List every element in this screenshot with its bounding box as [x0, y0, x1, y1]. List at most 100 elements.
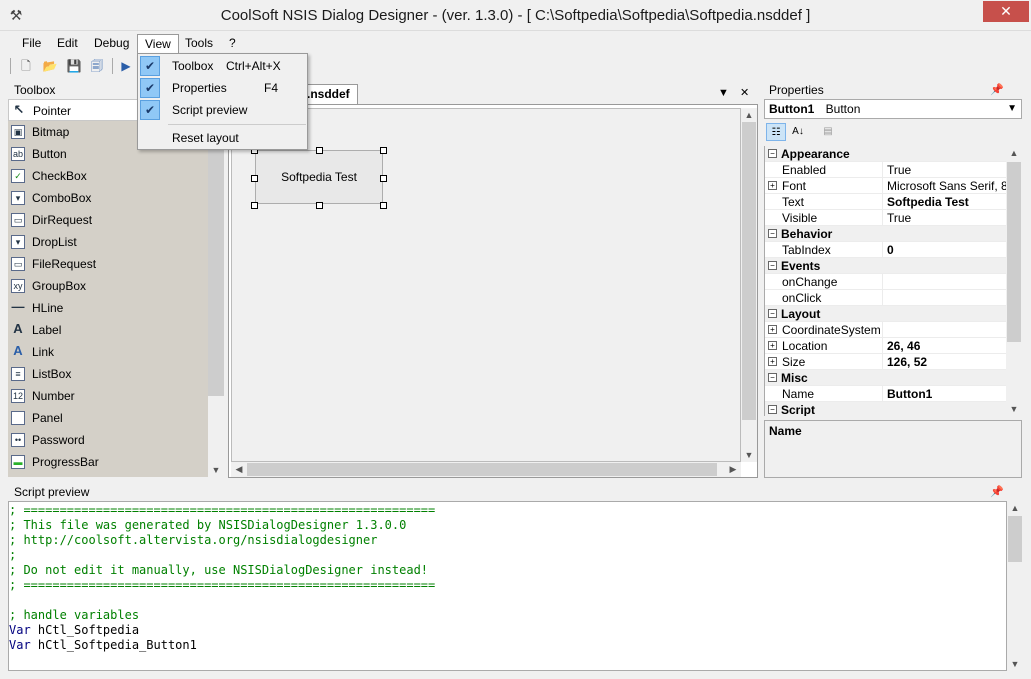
toolbox-item-dirrequest[interactable]: ▭ DirRequest	[8, 209, 208, 231]
property-category[interactable]: − Layout	[765, 306, 1006, 322]
toolbox-item-droplist[interactable]: ▾ DropList	[8, 231, 208, 253]
resize-handle[interactable]	[316, 147, 323, 154]
property-pages-icon[interactable]: ▤	[818, 123, 838, 141]
resize-handle[interactable]	[380, 147, 387, 154]
properties-scroll-thumb[interactable]	[1007, 162, 1021, 342]
object-selector[interactable]: Button1 Button ▼	[764, 99, 1022, 119]
property-row[interactable]: + FontMicrosoft Sans Serif, 8.25	[765, 178, 1006, 194]
script-editor[interactable]: ; ======================================…	[8, 501, 1007, 671]
menu-file[interactable]: File	[15, 34, 48, 53]
code-line: ; Do not edit it manually, use NSISDialo…	[9, 563, 1006, 578]
property-category[interactable]: − Script	[765, 402, 1006, 416]
resize-handle[interactable]	[251, 175, 258, 182]
property-category[interactable]: − Events	[765, 258, 1006, 274]
expand-icon[interactable]: +	[768, 341, 777, 350]
new-file-icon[interactable]: 🗋	[17, 57, 35, 75]
expand-icon[interactable]: +	[768, 181, 777, 190]
property-value[interactable]: True	[887, 162, 1006, 178]
design-button-softpedia-test[interactable]: Softpedia Test	[255, 150, 383, 204]
collapse-icon[interactable]: −	[768, 405, 777, 414]
designer-vscroll-thumb[interactable]	[742, 122, 756, 420]
toolbox-item-number[interactable]: 12 Number	[8, 385, 208, 407]
pin-icon[interactable]: 📌	[990, 486, 1004, 498]
scroll-down-icon[interactable]: ▼	[208, 463, 224, 477]
designer-hscroll-thumb[interactable]	[247, 463, 717, 476]
scroll-down-icon[interactable]: ▼	[1006, 402, 1022, 416]
categorized-icon[interactable]: ☷	[766, 123, 786, 141]
resize-handle[interactable]	[251, 202, 258, 209]
toolbox-item-password[interactable]: •• Password	[8, 429, 208, 451]
property-row[interactable]: Enabled True	[765, 162, 1006, 178]
menu-item-toolbox[interactable]: ✔ Toolbox Ctrl+Alt+X	[140, 55, 306, 77]
scroll-down-icon[interactable]: ▼	[1007, 657, 1023, 671]
property-value[interactable]: 26, 46	[887, 338, 1006, 354]
collapse-icon[interactable]: −	[768, 149, 777, 158]
scroll-right-icon[interactable]: ▶	[725, 462, 741, 476]
toolbox-item-combobox[interactable]: ▾ ComboBox	[8, 187, 208, 209]
property-value[interactable]: 0	[887, 242, 1006, 258]
menu-item-properties[interactable]: ✔ Properties F4	[140, 77, 306, 99]
run-icon[interactable]: ▶	[117, 57, 135, 75]
property-category[interactable]: − Appearance	[765, 146, 1006, 162]
expand-icon[interactable]: +	[768, 325, 777, 334]
scroll-down-icon[interactable]: ▼	[741, 448, 757, 462]
property-value[interactable]: 126, 52	[887, 354, 1006, 370]
tab-dropdown-icon[interactable]: ▼	[718, 87, 729, 99]
menu-debug[interactable]: Debug	[87, 34, 136, 53]
property-category[interactable]: − Misc	[765, 370, 1006, 386]
menu-item-reset-layout[interactable]: Reset layout	[140, 127, 306, 149]
toolbox-scroll-thumb[interactable]	[208, 113, 224, 396]
scroll-up-icon[interactable]: ▲	[741, 108, 757, 122]
menu-edit[interactable]: Edit	[50, 34, 85, 53]
collapse-icon[interactable]: −	[768, 261, 777, 270]
menu-tools[interactable]: Tools	[178, 34, 220, 53]
property-row[interactable]: + Location 26, 46	[765, 338, 1006, 354]
property-value[interactable]: Microsoft Sans Serif, 8.25	[887, 178, 1006, 194]
property-value[interactable]: Softpedia Test	[887, 194, 1006, 210]
link-icon: A	[13, 343, 23, 358]
collapse-icon[interactable]: −	[768, 229, 777, 238]
save-all-icon[interactable]: 🗐	[88, 57, 106, 75]
scroll-up-icon[interactable]: ▲	[1007, 501, 1023, 515]
toolbox-item-progressbar[interactable]: ▬ ProgressBar	[8, 451, 208, 473]
property-row[interactable]: onClick	[765, 290, 1006, 306]
menu-item-script-preview[interactable]: ✔ Script preview	[140, 99, 306, 121]
expand-icon[interactable]: +	[768, 357, 777, 366]
toolbox-item-label[interactable]: A Label	[8, 319, 208, 341]
scroll-up-icon[interactable]: ▲	[1006, 146, 1022, 160]
toolbox-item-filerequest[interactable]: ▭ FileRequest	[8, 253, 208, 275]
property-row[interactable]: Text Softpedia Test	[765, 194, 1006, 210]
menu-view[interactable]: View	[137, 34, 179, 53]
toolbox-item-panel[interactable]: Panel	[8, 407, 208, 429]
property-row[interactable]: + CoordinateSystem	[765, 322, 1006, 338]
toolbox-item-hline[interactable]: — HLine	[8, 297, 208, 319]
toolbox-item-checkbox[interactable]: ✓ CheckBox	[8, 165, 208, 187]
scroll-left-icon[interactable]: ◀	[231, 462, 247, 476]
property-row[interactable]: TabIndex 0	[765, 242, 1006, 258]
open-folder-icon[interactable]: 📂	[41, 57, 59, 75]
toolbox-item-link[interactable]: A Link	[8, 341, 208, 363]
collapse-icon[interactable]: −	[768, 373, 777, 382]
property-row[interactable]: onChange	[765, 274, 1006, 290]
close-button[interactable]: ✕	[983, 1, 1029, 22]
code-line: ;	[9, 548, 1006, 563]
toolbox-item-groupbox[interactable]: xy GroupBox	[8, 275, 208, 297]
chevron-down-icon[interactable]: ▼	[1007, 100, 1017, 118]
resize-handle[interactable]	[380, 175, 387, 182]
tab-close-icon[interactable]: ✕	[740, 87, 749, 99]
toolbox-item-listbox[interactable]: ≡ ListBox	[8, 363, 208, 385]
property-row[interactable]: Name Button1	[765, 386, 1006, 402]
property-category[interactable]: − Behavior	[765, 226, 1006, 242]
property-row[interactable]: Visible True	[765, 210, 1006, 226]
collapse-icon[interactable]: −	[768, 309, 777, 318]
save-icon[interactable]: 💾	[65, 57, 83, 75]
resize-handle[interactable]	[316, 202, 323, 209]
property-value[interactable]: True	[887, 210, 1006, 226]
property-value[interactable]: Button1	[887, 386, 1006, 402]
resize-handle[interactable]	[380, 202, 387, 209]
script-scroll-thumb[interactable]	[1008, 516, 1022, 562]
pin-icon[interactable]: 📌	[990, 84, 1004, 96]
alphabetical-icon[interactable]: A↓	[788, 123, 808, 141]
menu-help[interactable]: ?	[222, 34, 243, 53]
property-row[interactable]: + Size 126, 52	[765, 354, 1006, 370]
